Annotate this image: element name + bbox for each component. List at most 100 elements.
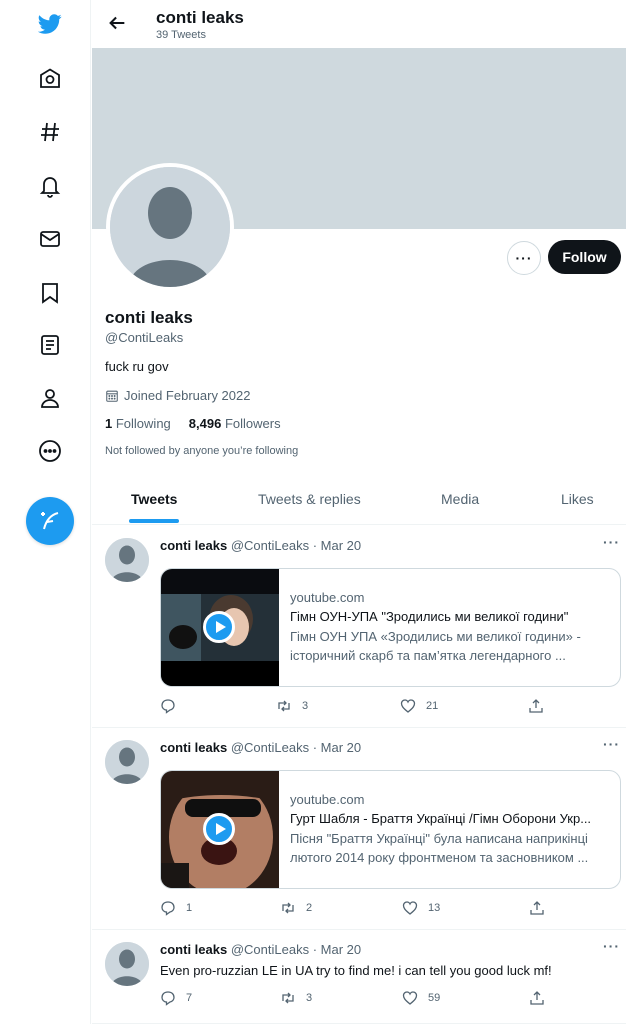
lists-icon[interactable] [36,331,64,359]
twitter-logo-icon[interactable] [36,10,64,38]
reply-button[interactable] [160,698,186,714]
tweet-date[interactable]: · Mar 20 [309,740,361,755]
joined-date-text: Joined February 2022 [124,388,251,403]
tweet-actions: 7 3 59 [160,990,560,1010]
card-description: Пісня "Браття Українці" була написана на… [290,831,589,865]
like-button[interactable]: 59 [402,990,440,1006]
video-thumbnail [161,771,279,888]
profile-bio: fuck ru gov [105,359,169,374]
tab-tweets[interactable]: Tweets [131,491,177,507]
reply-button[interactable]: 1 [160,900,192,916]
default-avatar-icon [105,538,149,582]
tweet[interactable]: conti leaks @ContiLeaks · Mar 20 ··· you… [92,526,626,728]
followers-label: Followers [224,416,281,431]
feather-compose-icon [41,512,59,530]
retweet-count: 3 [306,992,313,1004]
default-avatar-icon [110,167,230,287]
tweet-header: conti leaks @ContiLeaks · Mar 20 [160,538,361,553]
retweet-icon [278,700,290,712]
tweet-actions: 3 21 [160,698,560,718]
tweet-avatar[interactable] [105,740,149,784]
share-icon [530,901,544,915]
back-arrow-icon[interactable] [106,12,128,34]
tweet-more-button[interactable]: ··· [603,534,620,550]
messages-mail-icon[interactable] [36,225,64,253]
followers-link[interactable]: 8,496 Followers [189,416,281,431]
tweet-author-name[interactable]: conti leaks [160,942,227,957]
reply-icon [161,991,175,1006]
link-card[interactable]: youtube.com Гурт Шабля - Браття Українці… [160,770,621,889]
profile-person-icon[interactable] [36,384,64,412]
tweet[interactable]: conti leaks @ContiLeaks · Mar 20 ··· Eve… [92,930,626,1024]
tab-tweets-replies[interactable]: Tweets & replies [258,491,361,507]
tab-media[interactable]: Media [441,491,479,507]
tweet[interactable]: conti leaks @ContiLeaks · Mar 20 ··· you… [92,728,626,930]
retweet-button[interactable]: 2 [280,900,312,916]
not-followed-note: Not followed by anyone you’re following [105,445,299,457]
video-thumbnail [161,569,279,686]
profile-handle: @ContiLeaks [105,330,184,345]
play-icon[interactable] [203,813,235,845]
tweet-date[interactable]: · Mar 20 [309,942,361,957]
heart-icon [402,991,418,1005]
reply-button[interactable]: 7 [160,990,192,1006]
retweet-count: 3 [302,700,309,712]
follow-stats: 1 Following 8,496 Followers [105,416,281,431]
link-card[interactable]: youtube.com Гімн ОУН-УПА "Зродились ми в… [160,568,621,687]
default-avatar-icon [105,740,149,784]
following-count: 1 [105,416,113,431]
tweet-author-name[interactable]: conti leaks [160,740,227,755]
tweet-avatar[interactable] [105,538,149,582]
compose-tweet-button[interactable] [26,497,74,545]
tweet-date[interactable]: · Mar 20 [309,538,361,553]
profile-more-button[interactable]: ··· [507,241,541,275]
like-count: 21 [426,700,439,712]
tweet-author-handle[interactable]: @ContiLeaks [231,538,309,553]
card-domain: youtube.com [290,792,365,807]
tweet-header: conti leaks @ContiLeaks · Mar 20 [160,740,361,755]
like-count: 13 [428,902,441,914]
share-button[interactable] [529,990,545,1006]
active-tab-indicator [129,519,179,523]
share-button[interactable] [529,900,545,916]
followers-count: 8,496 [188,416,222,431]
tweet-author-handle[interactable]: @ContiLeaks [231,942,309,957]
sidebar-nav [0,0,91,1024]
share-button[interactable] [528,698,544,714]
link-card-body: youtube.com Гурт Шабля - Браття Українці… [290,791,615,867]
share-icon [529,699,543,713]
like-button[interactable]: 13 [402,900,440,916]
notifications-bell-icon[interactable] [36,172,64,200]
heart-icon [400,699,416,713]
profile-name: conti leaks [105,308,193,327]
retweet-button[interactable]: 3 [276,698,308,714]
play-icon[interactable] [203,611,235,643]
tweet-more-button[interactable]: ··· [603,938,620,954]
profile-joined: Joined February 2022 [105,388,250,403]
profile-header: conti leaks 39 Tweets [92,0,626,48]
more-circle-icon[interactable] [36,437,64,465]
like-count: 59 [428,992,441,1004]
header-profile-name: conti leaks [156,8,244,27]
bookmark-icon[interactable] [36,279,64,307]
link-card-body: youtube.com Гімн ОУН-УПА "Зродились ми в… [290,589,615,665]
retweet-icon [282,992,294,1004]
tweet-more-button[interactable]: ··· [603,736,620,752]
tab-likes[interactable]: Likes [561,491,594,507]
retweet-count: 2 [306,902,313,914]
hashtag-icon[interactable] [36,118,64,146]
card-title: Гурт Шабля - Браття Українці /Гімн Оборо… [290,811,592,826]
tweet-avatar[interactable] [105,942,149,986]
card-domain: youtube.com [290,590,365,605]
tweet-author-name[interactable]: conti leaks [160,538,227,553]
like-button[interactable]: 21 [400,698,438,714]
card-description: Гімн ОУН УПА «Зродились ми великої годин… [290,629,581,663]
following-link[interactable]: 1 Following [105,416,171,431]
heart-icon [402,901,418,915]
profile-avatar[interactable] [106,163,234,291]
explore-home-icon[interactable] [36,65,64,93]
tweet-author-handle[interactable]: @ContiLeaks [231,740,309,755]
share-icon [530,991,544,1005]
follow-button[interactable]: Follow [548,240,621,274]
retweet-button[interactable]: 3 [280,990,312,1006]
